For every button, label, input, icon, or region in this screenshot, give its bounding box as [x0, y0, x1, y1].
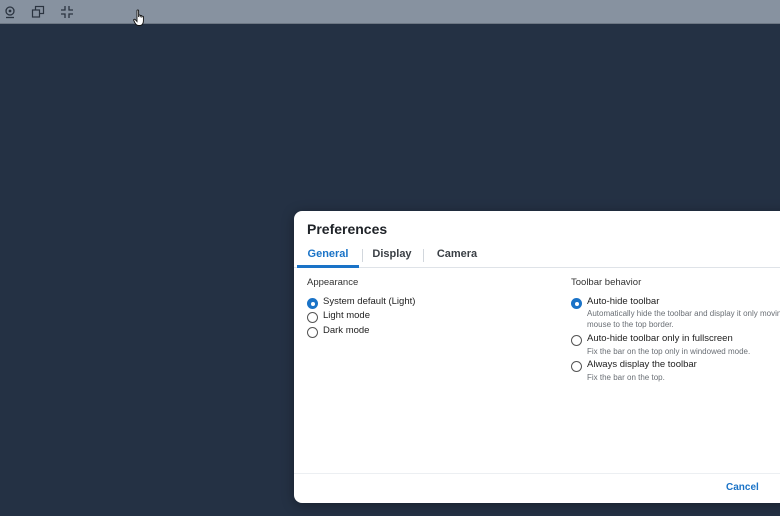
tab-camera[interactable]: Camera [429, 244, 485, 268]
radio-description: Fix the bar on the top only in windowed … [587, 347, 751, 356]
tab-divider [423, 249, 424, 262]
appearance-label: Appearance [307, 277, 359, 288]
radio-description: Fix the bar on the top. [587, 373, 665, 382]
radio-label: Always display the toolbar [587, 359, 697, 370]
radio-label: System default (Light) [323, 296, 416, 307]
tab-divider [362, 249, 363, 262]
radio-button[interactable] [571, 335, 582, 346]
radio-button[interactable] [307, 312, 318, 323]
radio-label: Dark mode [323, 325, 370, 336]
tab-general[interactable]: General [297, 244, 359, 268]
fullscreen-exit-icon[interactable] [59, 4, 75, 20]
radio-button[interactable] [307, 298, 318, 309]
cancel-button[interactable]: Cancel [726, 482, 759, 493]
windows-icon[interactable] [30, 4, 46, 20]
preferences-dialog: Preferences General Display Camera Appea… [294, 211, 780, 503]
radio-button[interactable] [571, 361, 582, 372]
radio-label: Auto-hide toolbar only in fullscreen [587, 333, 733, 344]
radio-label: Auto-hide toolbar [587, 296, 660, 307]
toolbar-behavior-label: Toolbar behavior [571, 277, 642, 288]
tab-display[interactable]: Display [366, 244, 418, 268]
tab-bar: General Display Camera [294, 244, 780, 268]
top-toolbar [0, 0, 780, 24]
dialog-title: Preferences [307, 221, 388, 237]
footer-divider [294, 473, 780, 474]
webcam-icon[interactable] [2, 4, 18, 20]
radio-description: Automatically hide the toolbar and displ… [587, 309, 780, 329]
radio-button[interactable] [571, 298, 582, 309]
radio-button[interactable] [307, 327, 318, 338]
hand-cursor-icon [133, 9, 144, 26]
radio-label: Light mode [323, 310, 371, 321]
